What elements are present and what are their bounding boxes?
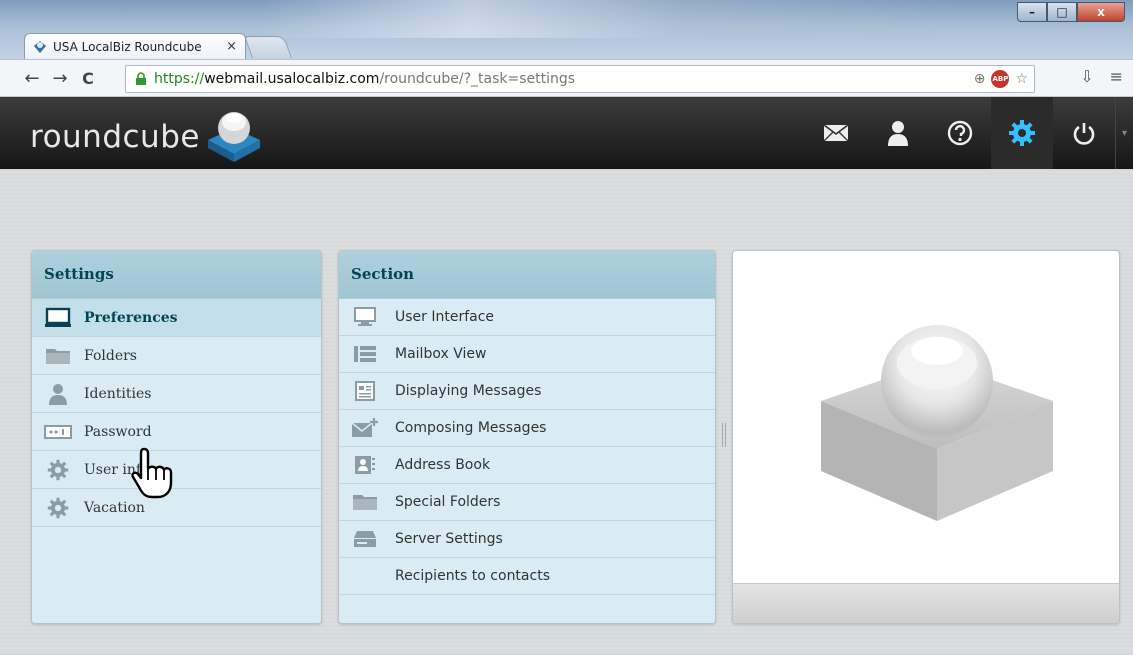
new-tab-button[interactable] — [243, 36, 293, 58]
section-panel: Section User Interface Mailbox View Disp… — [338, 250, 716, 624]
settings-item-identities[interactable]: Identities — [32, 375, 321, 413]
gear-icon — [44, 497, 72, 519]
app-nav: ▾ — [805, 97, 1133, 169]
minimize-button[interactable]: – — [1017, 2, 1047, 22]
nav-help-button[interactable] — [929, 97, 991, 169]
gear-icon — [44, 459, 72, 481]
settings-item-vacation[interactable]: Vacation — [32, 489, 321, 527]
download-icon[interactable]: ⇩ — [1080, 67, 1093, 86]
address-bar-icons: ⊕ ABP ☆ — [974, 70, 1028, 88]
url-path: /roundcube/?_task=settings — [379, 71, 576, 87]
list-view-icon — [351, 343, 379, 365]
preview-footer — [733, 583, 1119, 623]
url-scheme: https:// — [154, 71, 205, 87]
settings-panel-title: Settings — [32, 251, 321, 299]
blank-icon — [351, 565, 379, 587]
browser-toolbar: ← → C https://webmail.usalocalbiz.com/ro… — [0, 59, 1133, 97]
person-icon — [888, 121, 908, 146]
menu-icon[interactable]: ≡ — [1110, 67, 1123, 86]
settings-item-preferences[interactable]: Preferences — [32, 299, 321, 337]
section-item-user-interface[interactable]: User Interface — [339, 299, 715, 336]
url-host: webmail.usalocalbiz.com — [204, 71, 380, 87]
section-item-label: Recipients to contacts — [395, 568, 550, 584]
section-panel-title: Section — [339, 251, 715, 299]
section-item-label: Composing Messages — [395, 420, 547, 436]
question-icon — [947, 120, 973, 146]
nav-mail-button[interactable] — [805, 97, 867, 169]
forward-button[interactable]: → — [46, 68, 74, 89]
zoom-icon[interactable]: ⊕ — [974, 71, 986, 87]
roundcube-logo-icon — [207, 112, 260, 162]
monitor-icon — [44, 307, 72, 329]
power-icon — [1073, 123, 1095, 145]
settings-item-label: Folders — [84, 347, 137, 364]
nav-logout-button[interactable] — [1053, 97, 1115, 169]
section-item-label: Special Folders — [395, 494, 501, 510]
roundcube-watermark-icon — [821, 325, 1053, 521]
preview-panel — [732, 250, 1120, 624]
window-controls: – □ x — [1017, 2, 1125, 22]
settings-item-label: Vacation — [84, 499, 145, 516]
roundcube-favicon-icon — [34, 40, 46, 53]
section-item-label: Mailbox View — [395, 346, 487, 362]
browser-tab[interactable]: USA LocalBiz Roundcube × — [24, 33, 246, 59]
settings-item-password[interactable]: Password — [32, 413, 321, 451]
settings-panel: Settings Preferences Folders Identities … — [31, 250, 322, 624]
tab-close-icon[interactable]: × — [226, 39, 237, 54]
back-button[interactable]: ← — [18, 68, 46, 89]
adblock-icon[interactable]: ABP — [991, 70, 1010, 88]
close-window-button[interactable]: x — [1077, 2, 1125, 22]
settings-item-label: Identities — [84, 385, 152, 402]
section-item-address-book[interactable]: Address Book — [339, 447, 715, 484]
toolbar-right: ⇩ ≡ — [1080, 67, 1123, 86]
compose-icon — [351, 417, 379, 439]
server-icon — [351, 528, 379, 550]
panel-splitter[interactable] — [720, 423, 728, 447]
roundcube-logo[interactable]: roundcube — [30, 109, 264, 162]
app-header: roundcube ▾ — [0, 97, 1133, 169]
section-item-label: Address Book — [395, 457, 491, 473]
gear-icon — [1009, 120, 1035, 146]
section-item-label: Displaying Messages — [395, 383, 542, 399]
envelope-icon — [823, 124, 849, 142]
lock-icon — [136, 72, 146, 85]
reload-button[interactable]: C — [74, 69, 102, 88]
section-item-mailbox-view[interactable]: Mailbox View — [339, 336, 715, 373]
folder-icon — [44, 345, 72, 367]
settings-item-label: Preferences — [84, 309, 178, 326]
settings-item-label: User info — [84, 461, 150, 478]
section-item-recipients-to-contacts[interactable]: Recipients to contacts — [339, 558, 715, 595]
settings-item-userinfo[interactable]: User info — [32, 451, 321, 489]
maximize-button[interactable]: □ — [1047, 2, 1077, 22]
star-icon[interactable]: ☆ — [1015, 71, 1028, 87]
nav-contacts-button[interactable] — [867, 97, 929, 169]
settings-item-label: Password — [84, 423, 152, 440]
section-item-composing-messages[interactable]: Composing Messages — [339, 410, 715, 447]
nav-more-icon[interactable]: ▾ — [1115, 97, 1133, 169]
nav-settings-button[interactable] — [991, 97, 1053, 169]
section-item-server-settings[interactable]: Server Settings — [339, 521, 715, 558]
section-item-label: Server Settings — [395, 531, 503, 547]
address-bar[interactable]: https://webmail.usalocalbiz.com/roundcub… — [125, 65, 1035, 93]
browser-titlebar: USA LocalBiz Roundcube × – □ x — [0, 0, 1133, 66]
section-item-label: User Interface — [395, 309, 495, 325]
person-icon — [44, 383, 72, 405]
message-icon — [351, 380, 379, 402]
logo-text: roundcube — [30, 119, 200, 155]
password-icon — [44, 421, 72, 443]
folder-icon — [351, 491, 379, 513]
monitor-icon — [351, 306, 379, 328]
section-item-displaying-messages[interactable]: Displaying Messages — [339, 373, 715, 410]
section-item-special-folders[interactable]: Special Folders — [339, 484, 715, 521]
settings-item-folders[interactable]: Folders — [32, 337, 321, 375]
addressbook-icon — [351, 454, 379, 476]
tab-title: USA LocalBiz Roundcube — [53, 39, 202, 54]
